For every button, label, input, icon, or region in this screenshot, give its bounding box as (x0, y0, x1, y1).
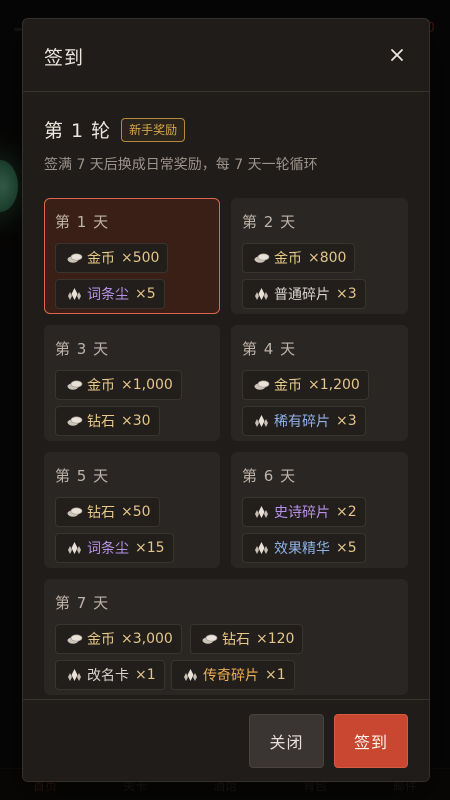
reward-chip: 金币 ×1,200 (242, 370, 369, 400)
reward-chip: 词条尘 ×15 (55, 533, 174, 563)
day-card-4[interactable]: 第 4 天金币 ×1,200 稀有碎片 ×3 (231, 325, 408, 441)
coin-icon (201, 632, 218, 646)
crystal-icon (66, 668, 83, 682)
reward-chip: 钻石 ×120 (190, 624, 304, 654)
day-card-3[interactable]: 第 3 天金币 ×1,000 钻石 ×30 (44, 325, 220, 441)
crystal-icon (66, 541, 83, 555)
coin-icon (66, 505, 83, 519)
reward-quantity: ×5 (336, 540, 357, 556)
reward-chip: 词条尘 ×5 (55, 279, 165, 309)
day-card-1[interactable]: 第 1 天金币 ×500 词条尘 ×5 (44, 198, 220, 314)
reward-quantity: ×5 (135, 286, 156, 302)
coin-icon (66, 414, 83, 428)
reward-quantity: ×1 (265, 667, 286, 683)
coin-icon (253, 378, 270, 392)
reward-quantity: ×3,000 (121, 631, 173, 647)
crystal-icon (253, 541, 270, 555)
reward-name: 史诗碎片 (274, 505, 330, 521)
day-label: 第 5 天 (55, 467, 110, 485)
reward-name: 词条尘 (87, 287, 129, 303)
day-label: 第 2 天 (242, 213, 297, 231)
reward-chip: 钻石 ×30 (55, 406, 160, 436)
day-card-7[interactable]: 第 7 天金币 ×3,000 钻石 ×120 改名卡 ×1 传奇碎片 ×1 (44, 579, 408, 695)
reward-quantity: ×3 (336, 286, 357, 302)
reward-name: 稀有碎片 (274, 414, 330, 430)
reward-quantity: ×800 (308, 250, 347, 266)
coin-icon (66, 251, 83, 265)
reward-chip: 效果精华 ×5 (242, 533, 366, 563)
reward-name: 效果精华 (274, 541, 330, 557)
reward-name: 传奇碎片 (203, 668, 259, 684)
crystal-icon (182, 668, 199, 682)
reward-quantity: ×500 (121, 250, 160, 266)
coin-icon (66, 378, 83, 392)
coin-icon (66, 632, 83, 646)
reward-chip: 金币 ×3,000 (55, 624, 182, 654)
newbie-badge: 新手奖励 (121, 117, 186, 142)
reward-name: 金币 (87, 378, 115, 394)
round-description: 签满 7 天后换成日常奖励，每 7 天一轮循环 (44, 157, 318, 173)
modal-title: 签到 (44, 47, 85, 69)
reward-name: 钻石 (87, 414, 115, 430)
reward-quantity: ×2 (336, 504, 357, 520)
round-title: 第 1 轮 (44, 120, 112, 142)
close-button[interactable] (383, 41, 411, 69)
reward-quantity: ×1 (135, 667, 156, 683)
day-card-6[interactable]: 第 6 天史诗碎片 ×2 效果精华 ×5 (231, 452, 408, 568)
day-label: 第 6 天 (242, 467, 297, 485)
reward-name: 金币 (87, 251, 115, 267)
day-card-2[interactable]: 第 2 天金币 ×800 普通碎片 ×3 (231, 198, 408, 314)
reward-name: 改名卡 (87, 668, 129, 684)
checkin-modal: 签到 第 1 轮 新手奖励 签满 7 天后换成日常奖励，每 7 天一轮循环 第 … (22, 18, 430, 782)
modal-footer: 关闭 签到 (23, 699, 429, 781)
reward-quantity: ×50 (121, 504, 151, 520)
day-label: 第 4 天 (242, 340, 297, 358)
reward-chip: 改名卡 ×1 (55, 660, 165, 690)
reward-name: 金币 (274, 251, 302, 267)
day-label: 第 3 天 (55, 340, 110, 358)
coin-icon (253, 251, 270, 265)
reward-chip: 金币 ×500 (55, 243, 169, 273)
crystal-icon (66, 287, 83, 301)
reward-name: 普通碎片 (274, 287, 330, 303)
reward-chip: 传奇碎片 ×1 (171, 660, 295, 690)
reward-name: 金币 (87, 632, 115, 648)
reward-chip: 金币 ×1,000 (55, 370, 182, 400)
close-icon (391, 49, 403, 61)
day-label: 第 7 天 (55, 594, 110, 612)
reward-name: 词条尘 (87, 541, 129, 557)
app-screen: 0 首页 关卡 酒馆 背包 邮件 签到 第 1 轮 新手奖励 签满 7 天后换成… (0, 0, 450, 800)
reward-chip: 钻石 ×50 (55, 497, 160, 527)
reward-chip: 史诗碎片 ×2 (242, 497, 366, 527)
reward-quantity: ×30 (121, 413, 151, 429)
reward-chip: 稀有碎片 ×3 (242, 406, 366, 436)
sign-in-button[interactable]: 签到 (334, 714, 408, 768)
reward-name: 钻石 (222, 632, 250, 648)
reward-quantity: ×1,000 (121, 377, 173, 393)
round-header: 第 1 轮 新手奖励 (44, 116, 186, 143)
close-dialog-button[interactable]: 关闭 (249, 714, 324, 768)
reward-quantity: ×15 (135, 540, 165, 556)
reward-chip: 金币 ×800 (242, 243, 356, 273)
day-label: 第 1 天 (55, 213, 110, 231)
checkin-content[interactable]: 第 1 轮 新手奖励 签满 7 天后换成日常奖励，每 7 天一轮循环 第 1 天… (23, 92, 429, 698)
day-card-5[interactable]: 第 5 天钻石 ×50 词条尘 ×15 (44, 452, 220, 568)
reward-name: 钻石 (87, 505, 115, 521)
crystal-icon (253, 287, 270, 301)
crystal-icon (253, 414, 270, 428)
reward-quantity: ×120 (256, 631, 295, 647)
reward-chip: 普通碎片 ×3 (242, 279, 366, 309)
reward-name: 金币 (274, 378, 302, 394)
reward-quantity: ×1,200 (308, 377, 360, 393)
reward-quantity: ×3 (336, 413, 357, 429)
crystal-icon (253, 505, 270, 519)
modal-header: 签到 (23, 19, 429, 92)
